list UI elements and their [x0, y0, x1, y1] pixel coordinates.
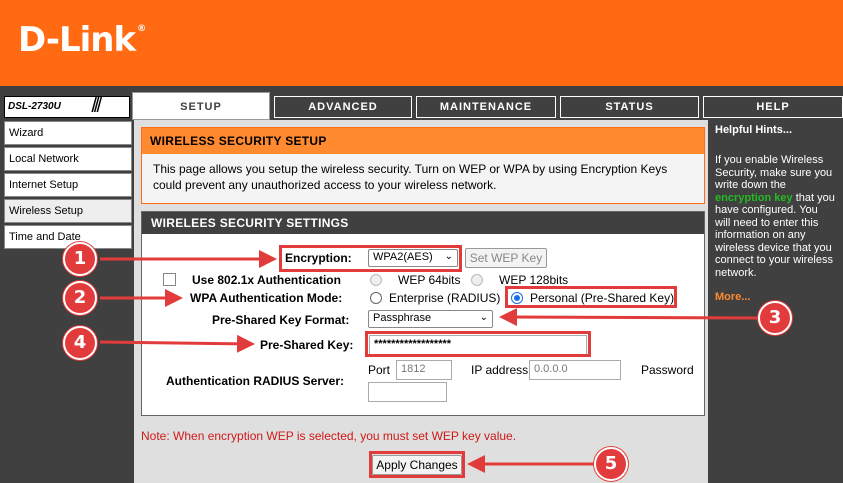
tab-help[interactable]: HELP	[703, 96, 843, 118]
wep128-radio[interactable]	[471, 274, 483, 286]
port-input[interactable]: 1812	[396, 360, 452, 380]
header-bar: D-Link ®	[0, 0, 843, 86]
ip-address-label: IP address	[471, 363, 529, 377]
password-label: Password	[641, 363, 694, 377]
use-8021x-label: Use 802.1x Authentication	[192, 273, 341, 287]
section-title: WIRELESS SECURITY SETUP	[142, 128, 704, 154]
psk-label: Pre-Shared Key:	[260, 338, 354, 352]
set-wep-key-button[interactable]: Set WEP Key	[465, 248, 547, 268]
sidebar-item-local-network[interactable]: Local Network	[4, 147, 132, 171]
security-setup-panel: WIRELESS SECURITY SETUP This page allows…	[141, 127, 705, 204]
tab-status[interactable]: STATUS	[560, 96, 699, 118]
sidebar-item-internet-setup[interactable]: Internet Setup	[4, 173, 132, 197]
enterprise-radio[interactable]	[370, 292, 382, 304]
callout-badge-3: 3	[758, 301, 792, 335]
model-label: DSL-2730U ///	[4, 95, 130, 118]
password-input[interactable]	[368, 382, 447, 402]
enterprise-label: Enterprise (RADIUS)	[389, 291, 501, 305]
section-description: This page allows you setup the wireless …	[142, 154, 704, 203]
sidebar-item-wireless-setup[interactable]: Wireless Setup	[4, 199, 132, 223]
encryption-highlight	[279, 245, 462, 272]
dlink-logo: D-Link ®	[18, 20, 146, 60]
ip-address-input[interactable]: 0.0.0.0	[529, 360, 621, 380]
port-label: Port	[368, 363, 391, 377]
chevron-down-icon: ⌄	[479, 312, 488, 323]
apply-highlight	[369, 451, 465, 478]
wep64-label: WEP 64bits	[398, 273, 461, 287]
callout-badge-1: 1	[63, 242, 97, 276]
personal-highlight	[505, 286, 677, 308]
wep-note: Note: When encryption WEP is selected, y…	[141, 429, 517, 443]
radius-server-label: Authentication RADIUS Server:	[166, 374, 345, 388]
psk-format-value: Passphrase	[373, 312, 432, 324]
wep128-label: WEP 128bits	[499, 273, 569, 287]
callout-badge-4: 4	[63, 326, 97, 360]
hints-text: If you enable Wireless Security, make su…	[715, 154, 835, 279]
psk-format-label: Pre-Shared Key Format:	[212, 313, 350, 327]
callout-badge-5: 5	[594, 447, 628, 481]
tab-maintenance[interactable]: MAINTENANCE	[416, 96, 556, 118]
callout-badge-2: 2	[63, 281, 97, 315]
wpa-mode-label: WPA Authentication Mode:	[190, 291, 343, 305]
tab-advanced[interactable]: ADVANCED	[274, 96, 412, 118]
tab-setup[interactable]: SETUP	[132, 92, 270, 120]
use-8021x-checkbox[interactable]	[163, 273, 176, 286]
hints-title: Helpful Hints...	[715, 124, 792, 136]
settings-title: WIRELEES SECURITY SETTINGS	[142, 212, 704, 234]
wep64-radio[interactable]	[370, 274, 382, 286]
psk-highlight	[365, 331, 591, 357]
psk-format-select[interactable]: Passphrase ⌄	[368, 310, 493, 328]
sidebar-item-wizard[interactable]: Wizard	[4, 121, 132, 145]
